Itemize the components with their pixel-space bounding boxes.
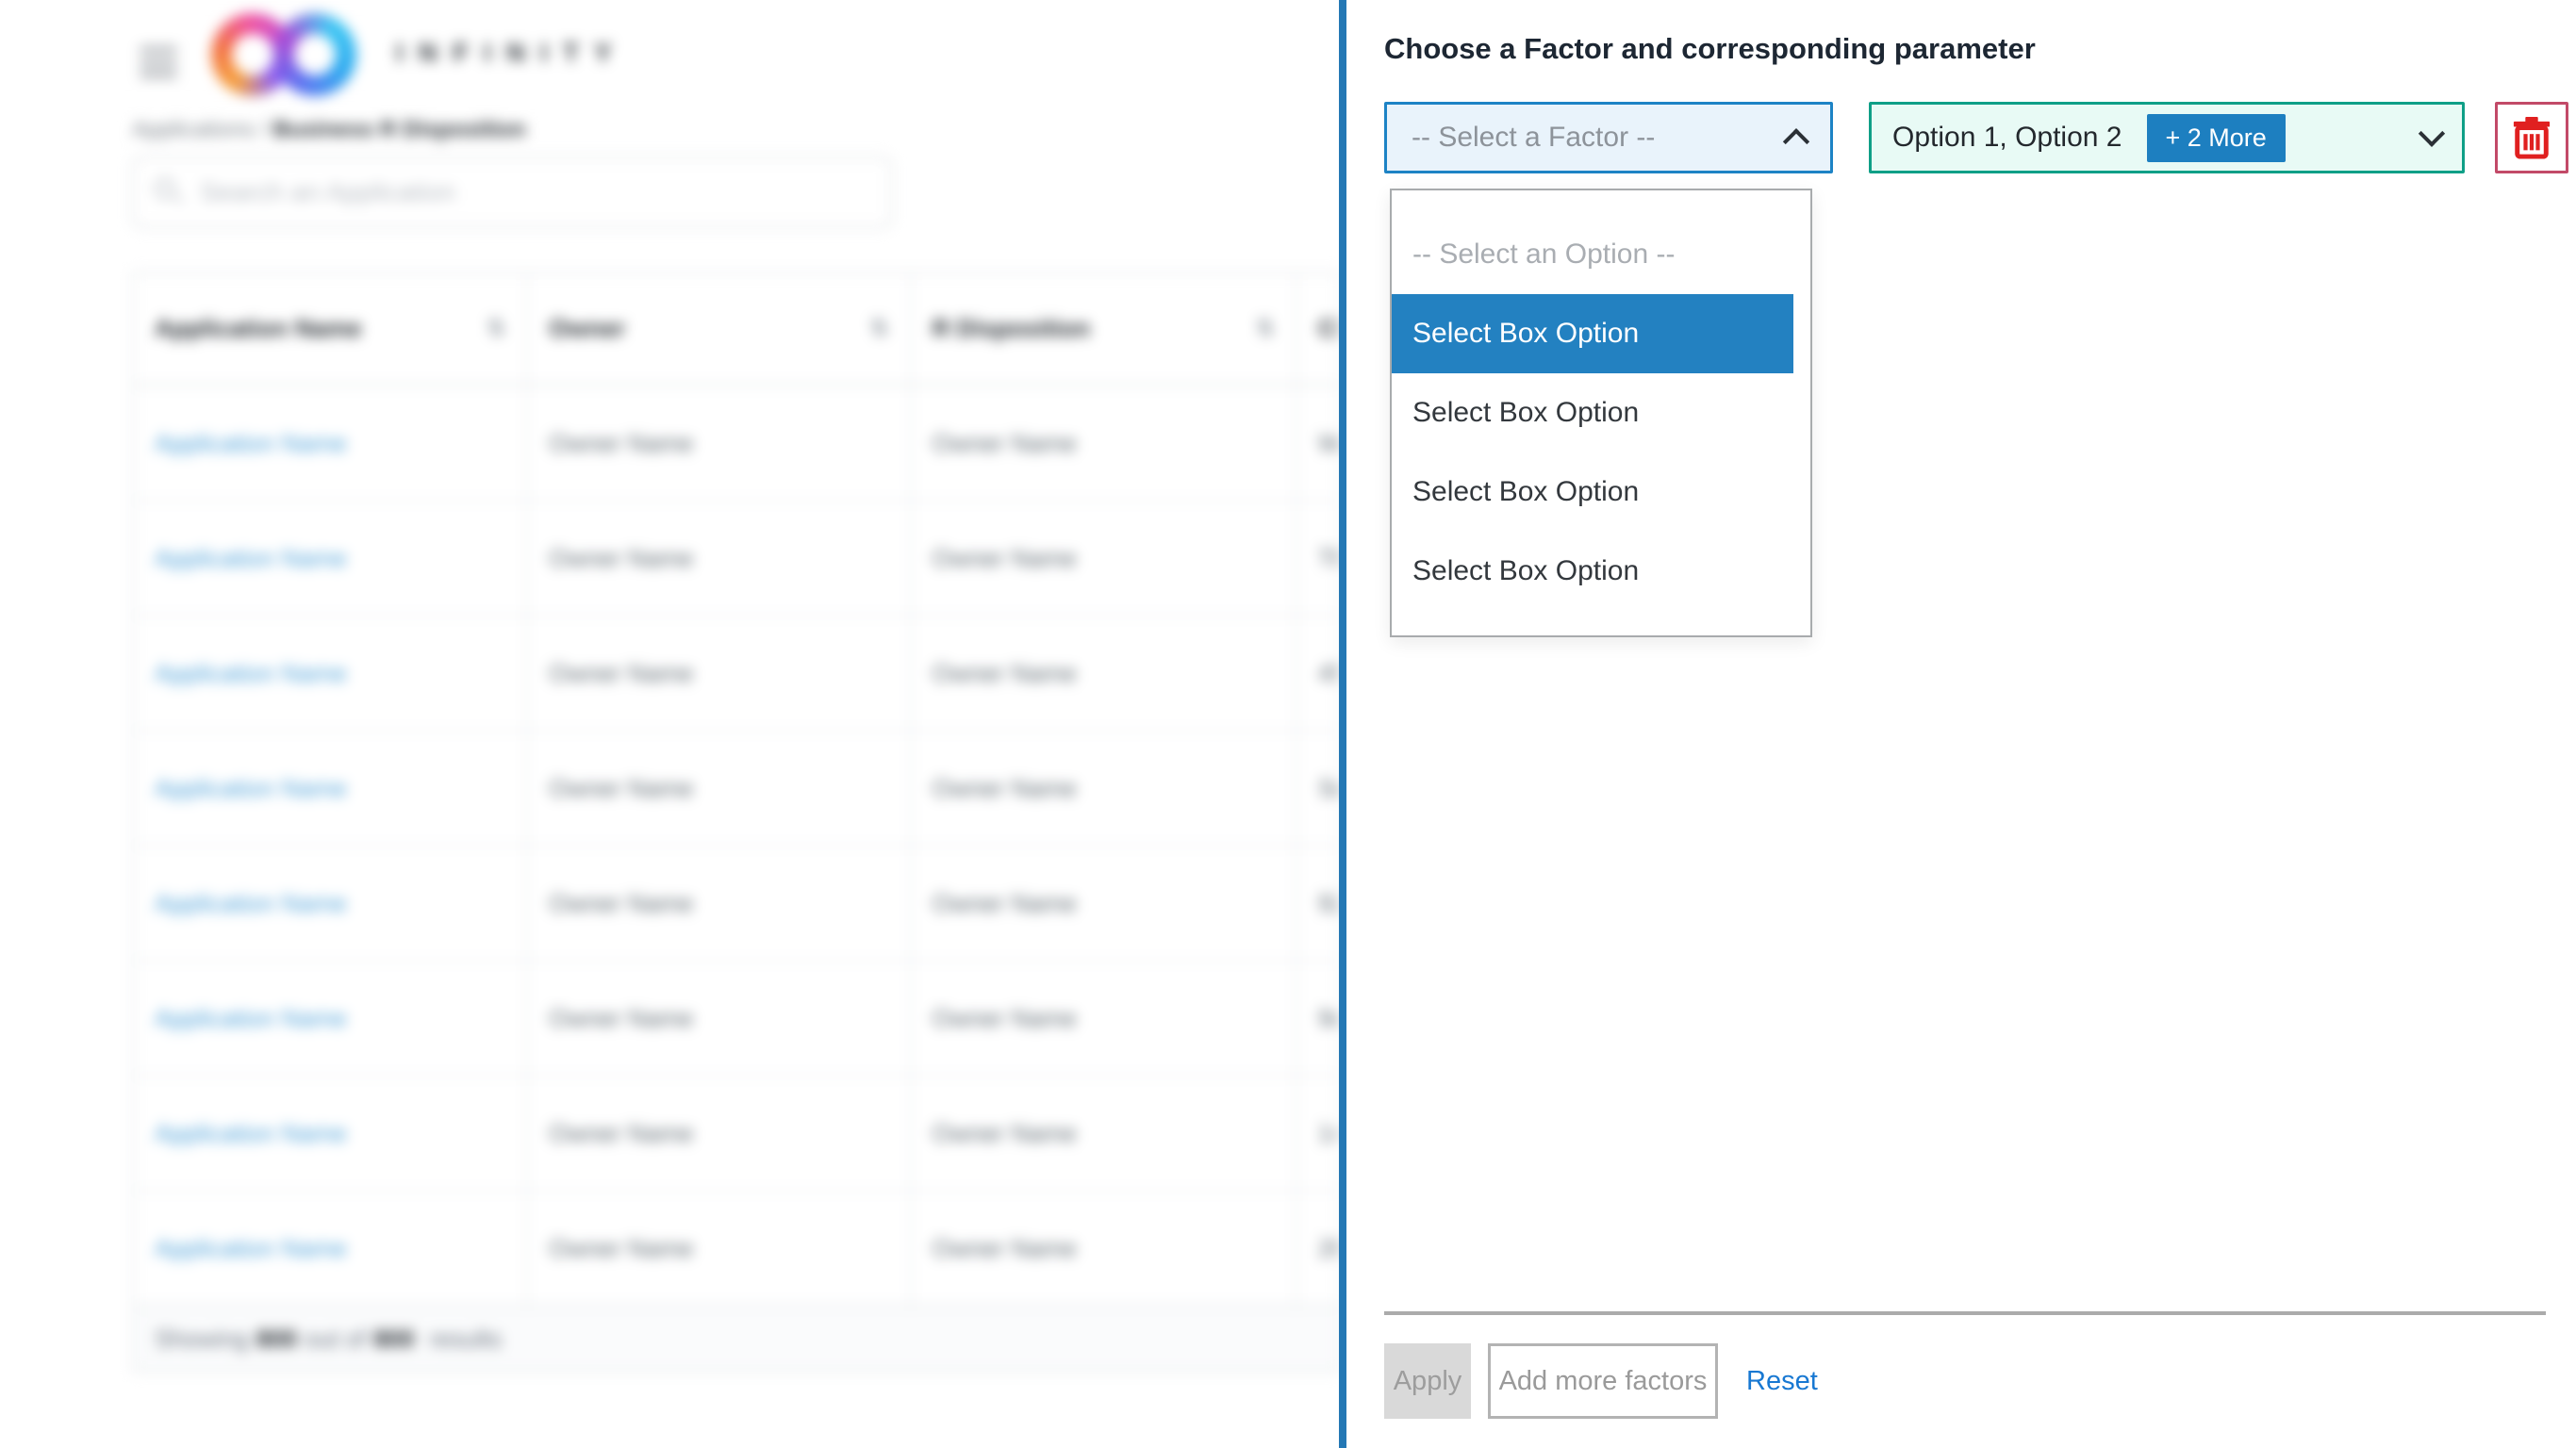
apply-button[interactable]: Apply (1384, 1343, 1471, 1419)
factor-dropdown-list: -- Select an Option -- Select Box Option… (1390, 189, 1812, 637)
extra-cell: W (1296, 387, 1339, 500)
hamburger-icon[interactable] (140, 47, 177, 77)
table-row: Application Name Owner Name Owner Name 4… (134, 615, 1339, 730)
factor-select[interactable]: -- Select a Factor -- (1384, 102, 1833, 173)
owner-cell: Owner Name (526, 502, 909, 615)
column-header-r-disposition[interactable]: R Disposition ⇅ (910, 273, 1296, 384)
table-row: Application Name Owner Name Owner Name 1… (134, 1075, 1339, 1190)
breadcrumb-separator: / (260, 117, 267, 142)
breadcrumb-parent[interactable]: Applications (132, 117, 254, 142)
chevron-up-icon (1783, 128, 1809, 155)
extra-cell: 9c (1296, 962, 1339, 1075)
table-row: Application Name Owner Name Owner Name 9… (134, 845, 1339, 960)
disposition-cell: Owner Name (910, 1077, 1296, 1190)
application-link[interactable]: Application Name (155, 1119, 347, 1148)
table-row: Application Name Owner Name Owner Name S… (134, 730, 1339, 845)
disposition-cell: Owner Name (910, 847, 1296, 960)
dropdown-option[interactable]: Select Box Option (1392, 532, 1810, 611)
footer-buttons-row: Apply Add more factors Reset (1384, 1343, 2553, 1419)
owner-cell: Owner Name (526, 962, 909, 1075)
table-row: Application Name Owner Name Owner Name 2… (134, 1190, 1339, 1305)
column-header-clipped[interactable]: Ch (1296, 273, 1339, 384)
dropdown-option-placeholder[interactable]: -- Select an Option -- (1392, 215, 1810, 294)
sort-icon[interactable]: ⇅ (1256, 315, 1275, 342)
screen: INFINITY Applications / Business R Dispo… (0, 0, 2576, 1448)
disposition-cell: Owner Name (910, 387, 1296, 500)
reset-link[interactable]: Reset (1746, 1366, 1818, 1397)
extra-cell: TB (1296, 502, 1339, 615)
disposition-cell: Owner Name (910, 962, 1296, 1075)
extra-cell: 14 (1296, 1077, 1339, 1190)
factor-controls-row: -- Select a Factor -- Option 1, Option 2… (1384, 102, 2576, 173)
table-row: Application Name Owner Name Owner Name T… (134, 500, 1339, 615)
parameter-select[interactable]: Option 1, Option 2 + 2 More (1869, 102, 2465, 173)
application-link[interactable]: Application Name (155, 544, 347, 573)
disposition-cell: Owner Name (910, 502, 1296, 615)
breadcrumb-current: Business R Disposition (272, 117, 525, 142)
extra-cell: 45 (1296, 617, 1339, 730)
dropdown-option-highlighted[interactable]: Select Box Option (1392, 294, 1793, 373)
column-header-owner[interactable]: Owner ⇅ (526, 273, 909, 384)
disposition-cell: Owner Name (910, 1192, 1296, 1305)
logo-ring-right-icon (273, 13, 356, 96)
shown-count: 800 (256, 1325, 297, 1354)
application-link[interactable]: Application Name (155, 1234, 347, 1263)
infinity-logo (211, 11, 372, 98)
dropdown-option[interactable]: Select Box Option (1392, 452, 1810, 532)
dropdown-option[interactable]: Select Box Option (1392, 373, 1810, 452)
search-input[interactable] (200, 177, 869, 207)
add-more-factors-button[interactable]: Add more factors (1488, 1343, 1718, 1419)
search-icon (155, 178, 183, 206)
owner-cell: Owner Name (526, 847, 909, 960)
factor-select-placeholder: -- Select a Factor -- (1412, 122, 1655, 154)
footer-divider (1384, 1311, 2546, 1315)
disposition-cell: Owner Name (910, 732, 1296, 845)
chevron-down-icon (2419, 121, 2445, 147)
owner-cell: Owner Name (526, 617, 909, 730)
application-link[interactable]: Application Name (155, 774, 347, 803)
more-options-badge[interactable]: + 2 More (2147, 114, 2286, 162)
application-link[interactable]: Application Name (155, 889, 347, 918)
panel-footer: Apply Add more factors Reset (1384, 1311, 2553, 1419)
owner-cell: Owner Name (526, 1192, 909, 1305)
table-row: Application Name Owner Name Owner Name W (134, 385, 1339, 500)
parameter-select-value: Option 1, Option 2 (1892, 122, 2122, 154)
top-bar: INFINITY (0, 0, 1339, 106)
owner-cell: Owner Name (526, 732, 909, 845)
extra-cell: 26 (1296, 1192, 1339, 1305)
panel-title: Choose a Factor and corresponding parame… (1384, 32, 2576, 66)
factor-panel: Choose a Factor and corresponding parame… (1339, 0, 2576, 1448)
application-link[interactable]: Application Name (155, 1004, 347, 1033)
owner-cell: Owner Name (526, 1077, 909, 1190)
extra-cell: Se (1296, 732, 1339, 845)
owner-cell: Owner Name (526, 387, 909, 500)
delete-factor-button[interactable] (2495, 102, 2568, 173)
applications-table: Application Name ⇅ Owner ⇅ R Disposition… (132, 272, 1341, 1373)
application-link[interactable]: Application Name (155, 659, 347, 688)
trash-icon (2512, 116, 2551, 159)
column-header-application-name[interactable]: Application Name ⇅ (134, 273, 526, 384)
brand-name: INFINITY (396, 38, 627, 68)
sort-icon[interactable]: ⇅ (870, 315, 889, 342)
table-header-row: Application Name ⇅ Owner ⇅ R Disposition… (134, 273, 1339, 385)
results-summary: Showing 800 out of 800 results (134, 1305, 1339, 1371)
breadcrumb: Applications / Business R Disposition (132, 117, 525, 143)
application-link[interactable]: Application Name (155, 429, 347, 458)
table-row: Application Name Owner Name Owner Name 9… (134, 960, 1339, 1075)
disposition-cell: Owner Name (910, 617, 1296, 730)
extra-cell: 92 (1296, 847, 1339, 960)
sort-icon[interactable]: ⇅ (487, 315, 505, 342)
total-count: 800 (373, 1325, 414, 1354)
application-search[interactable] (132, 156, 892, 228)
